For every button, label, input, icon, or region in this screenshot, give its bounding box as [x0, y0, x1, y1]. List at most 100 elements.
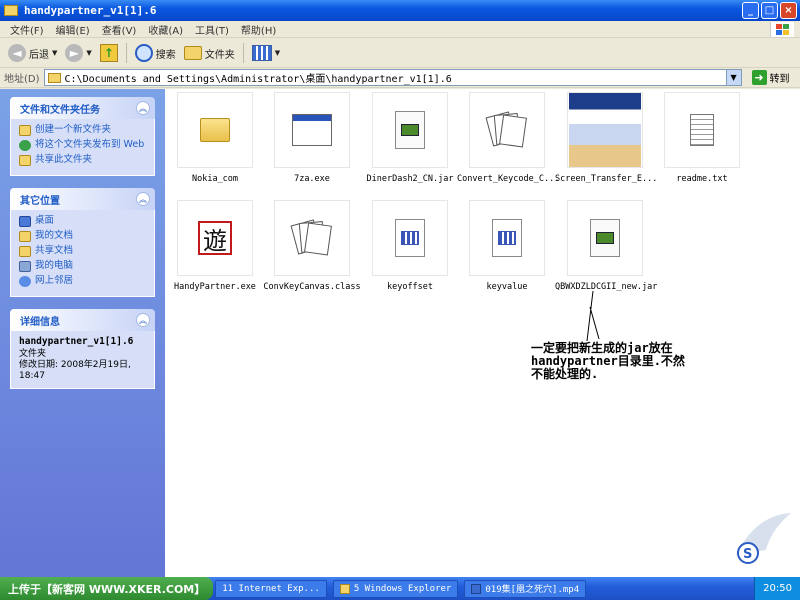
- menu-view[interactable]: 查看(V): [96, 22, 143, 37]
- shared-documents-icon: [19, 246, 31, 257]
- file-item[interactable]: ConvKeyCanvas.class: [262, 200, 362, 292]
- folder-icon: [4, 5, 18, 16]
- windows-logo-icon: [770, 22, 794, 37]
- place-my-documents-label: 我的文档: [35, 230, 74, 241]
- collapse-chevron-icon[interactable]: ︽: [136, 313, 150, 327]
- back-label: 后退: [29, 49, 49, 61]
- folder-icon: [47, 72, 61, 83]
- jar-file-icon: [395, 111, 425, 149]
- details-header[interactable]: 详细信息 ︽: [10, 309, 155, 331]
- task-share-folder-label: 共享此文件夹: [35, 154, 93, 165]
- go-arrow-icon: ➜: [751, 70, 767, 85]
- my-computer-icon: [19, 261, 31, 272]
- address-label: 地址(D): [4, 74, 40, 85]
- task-publish-web[interactable]: 将这个文件夹发布到 Web: [19, 139, 148, 151]
- toolbar-divider: [125, 43, 127, 63]
- taskbar-label: 5 Windows Explorer: [353, 583, 452, 594]
- file-name: 7za.exe: [294, 174, 330, 184]
- file-item[interactable]: readme.txt: [652, 92, 752, 184]
- chevron-down-icon: ▼: [86, 49, 92, 57]
- other-places-title: 其它位置: [20, 195, 60, 207]
- taskbar-button-video[interactable]: 019集[凰之死穴].mp4: [464, 579, 587, 598]
- back-button[interactable]: ◄ 后退 ▼: [4, 42, 61, 64]
- taskbar-button-explorer[interactable]: 5 Windows Explorer: [332, 579, 459, 598]
- file-thumbnail: [567, 200, 643, 276]
- file-item[interactable]: keyoffset: [360, 200, 460, 292]
- file-tasks-header[interactable]: 文件和文件夹任务 ︽: [10, 97, 155, 119]
- file-tasks-title: 文件和文件夹任务: [20, 104, 100, 116]
- place-shared-documents-label: 共享文档: [35, 245, 74, 256]
- menu-help[interactable]: 帮助(H): [235, 22, 282, 37]
- file-name: DinerDash2_CN.jar: [366, 174, 454, 184]
- system-tray: 20:50: [754, 577, 800, 600]
- task-share-folder[interactable]: 共享此文件夹: [19, 154, 148, 166]
- other-places-header[interactable]: 其它位置 ︽: [10, 188, 155, 210]
- maximize-button[interactable]: □: [761, 2, 778, 19]
- close-button[interactable]: ×: [780, 2, 797, 19]
- place-network-label: 网上邻居: [35, 275, 74, 286]
- up-folder-button[interactable]: ↑: [96, 42, 122, 64]
- forward-button[interactable]: ► ▼: [61, 42, 95, 64]
- other-places-panel: 其它位置 ︽ 桌面 我的文档 共享文档 我的电脑 网上邻居: [10, 188, 155, 297]
- place-my-computer[interactable]: 我的电脑: [19, 260, 148, 272]
- file-item[interactable]: DinerDash2_CN.jar: [360, 92, 460, 184]
- new-folder-icon: [19, 125, 31, 136]
- file-item[interactable]: QBWXDZLDCGII_new.jar: [555, 200, 657, 292]
- file-thumbnail: [372, 92, 448, 168]
- class-file-icon: [485, 110, 527, 150]
- place-my-documents[interactable]: 我的文档: [19, 230, 148, 242]
- text-file-icon: [690, 114, 714, 146]
- collapse-chevron-icon[interactable]: ︽: [136, 192, 150, 206]
- file-name: Convert_Keycode_C...: [457, 174, 560, 184]
- up-folder-icon: ↑: [99, 44, 118, 62]
- place-network[interactable]: 网上邻居: [19, 275, 148, 287]
- file-tasks-panel: 文件和文件夹任务 ︽ 创建一个新文件夹 将这个文件夹发布到 Web 共享此文件夹: [10, 97, 155, 176]
- file-name: keyoffset: [386, 282, 434, 292]
- minimize-button[interactable]: _: [742, 2, 759, 19]
- go-label: 转到: [769, 74, 790, 85]
- task-new-folder[interactable]: 创建一个新文件夹: [19, 124, 148, 136]
- share-folder-icon: [19, 155, 31, 166]
- place-shared-documents[interactable]: 共享文档: [19, 245, 148, 257]
- annotation-note: 一定要把新生成的jar放在handypartner目录里.不然不能处理的.: [531, 341, 685, 381]
- folders-button[interactable]: 文件夹: [180, 44, 239, 63]
- menu-file[interactable]: 文件(F): [4, 22, 50, 37]
- file-item[interactable]: Screen_Transfer_E...: [555, 92, 658, 184]
- taskbar-button-ie[interactable]: 11 Internet Exp...: [215, 579, 327, 598]
- file-item[interactable]: Nokia_com: [165, 92, 265, 184]
- folder-icon: [200, 118, 230, 142]
- address-dropdown-button[interactable]: ▼: [725, 70, 741, 85]
- screenshot-thumbnail-icon: [569, 93, 641, 167]
- file-thumbnail: [274, 92, 350, 168]
- svg-text:S: S: [743, 547, 752, 562]
- file-name: Screen_Transfer_E...: [555, 174, 658, 184]
- file-thumbnail: [274, 200, 350, 276]
- file-item[interactable]: 遊 HandyPartner.exe: [165, 200, 265, 292]
- jar-file-icon: [590, 219, 620, 257]
- details-panel: 详细信息 ︽ handypartner_v1[1].6 文件夹 修改日期: 20…: [10, 309, 155, 389]
- search-button[interactable]: 搜索: [131, 42, 180, 64]
- address-field[interactable]: C:\Documents and Settings\Administrator\…: [43, 69, 742, 86]
- file-item[interactable]: keyvalue: [457, 200, 557, 292]
- details-name: handypartner_v1[1].6: [19, 336, 134, 347]
- menu-favorites[interactable]: 收藏(A): [142, 22, 189, 37]
- generic-file-icon: [492, 219, 522, 257]
- address-bar: 地址(D) C:\Documents and Settings\Administ…: [0, 68, 800, 88]
- go-button[interactable]: ➜ 转到: [751, 70, 790, 85]
- details-modified: 修改日期: 2008年2月19日, 18:47: [19, 360, 131, 381]
- collapse-chevron-icon[interactable]: ︽: [136, 101, 150, 115]
- file-tasks-body: 创建一个新文件夹 将这个文件夹发布到 Web 共享此文件夹: [10, 119, 155, 176]
- start-button[interactable]: 上传于【新客网 WWW.XKER.COM】: [0, 577, 214, 600]
- place-desktop[interactable]: 桌面: [19, 215, 148, 227]
- file-item[interactable]: 7za.exe: [262, 92, 362, 184]
- views-button[interactable]: ▼: [248, 43, 284, 63]
- file-name: HandyPartner.exe: [174, 282, 256, 292]
- chevron-down-icon: ▼: [52, 49, 58, 57]
- file-thumbnail: [372, 200, 448, 276]
- menu-edit[interactable]: 编辑(E): [50, 22, 96, 37]
- menu-bar: 文件(F) 编辑(E) 查看(V) 收藏(A) 工具(T) 帮助(H): [0, 21, 800, 38]
- task-publish-web-label: 将这个文件夹发布到 Web: [35, 139, 145, 150]
- file-item[interactable]: Convert_Keycode_C...: [457, 92, 560, 184]
- views-icon: [251, 45, 272, 61]
- menu-tools[interactable]: 工具(T): [189, 22, 235, 37]
